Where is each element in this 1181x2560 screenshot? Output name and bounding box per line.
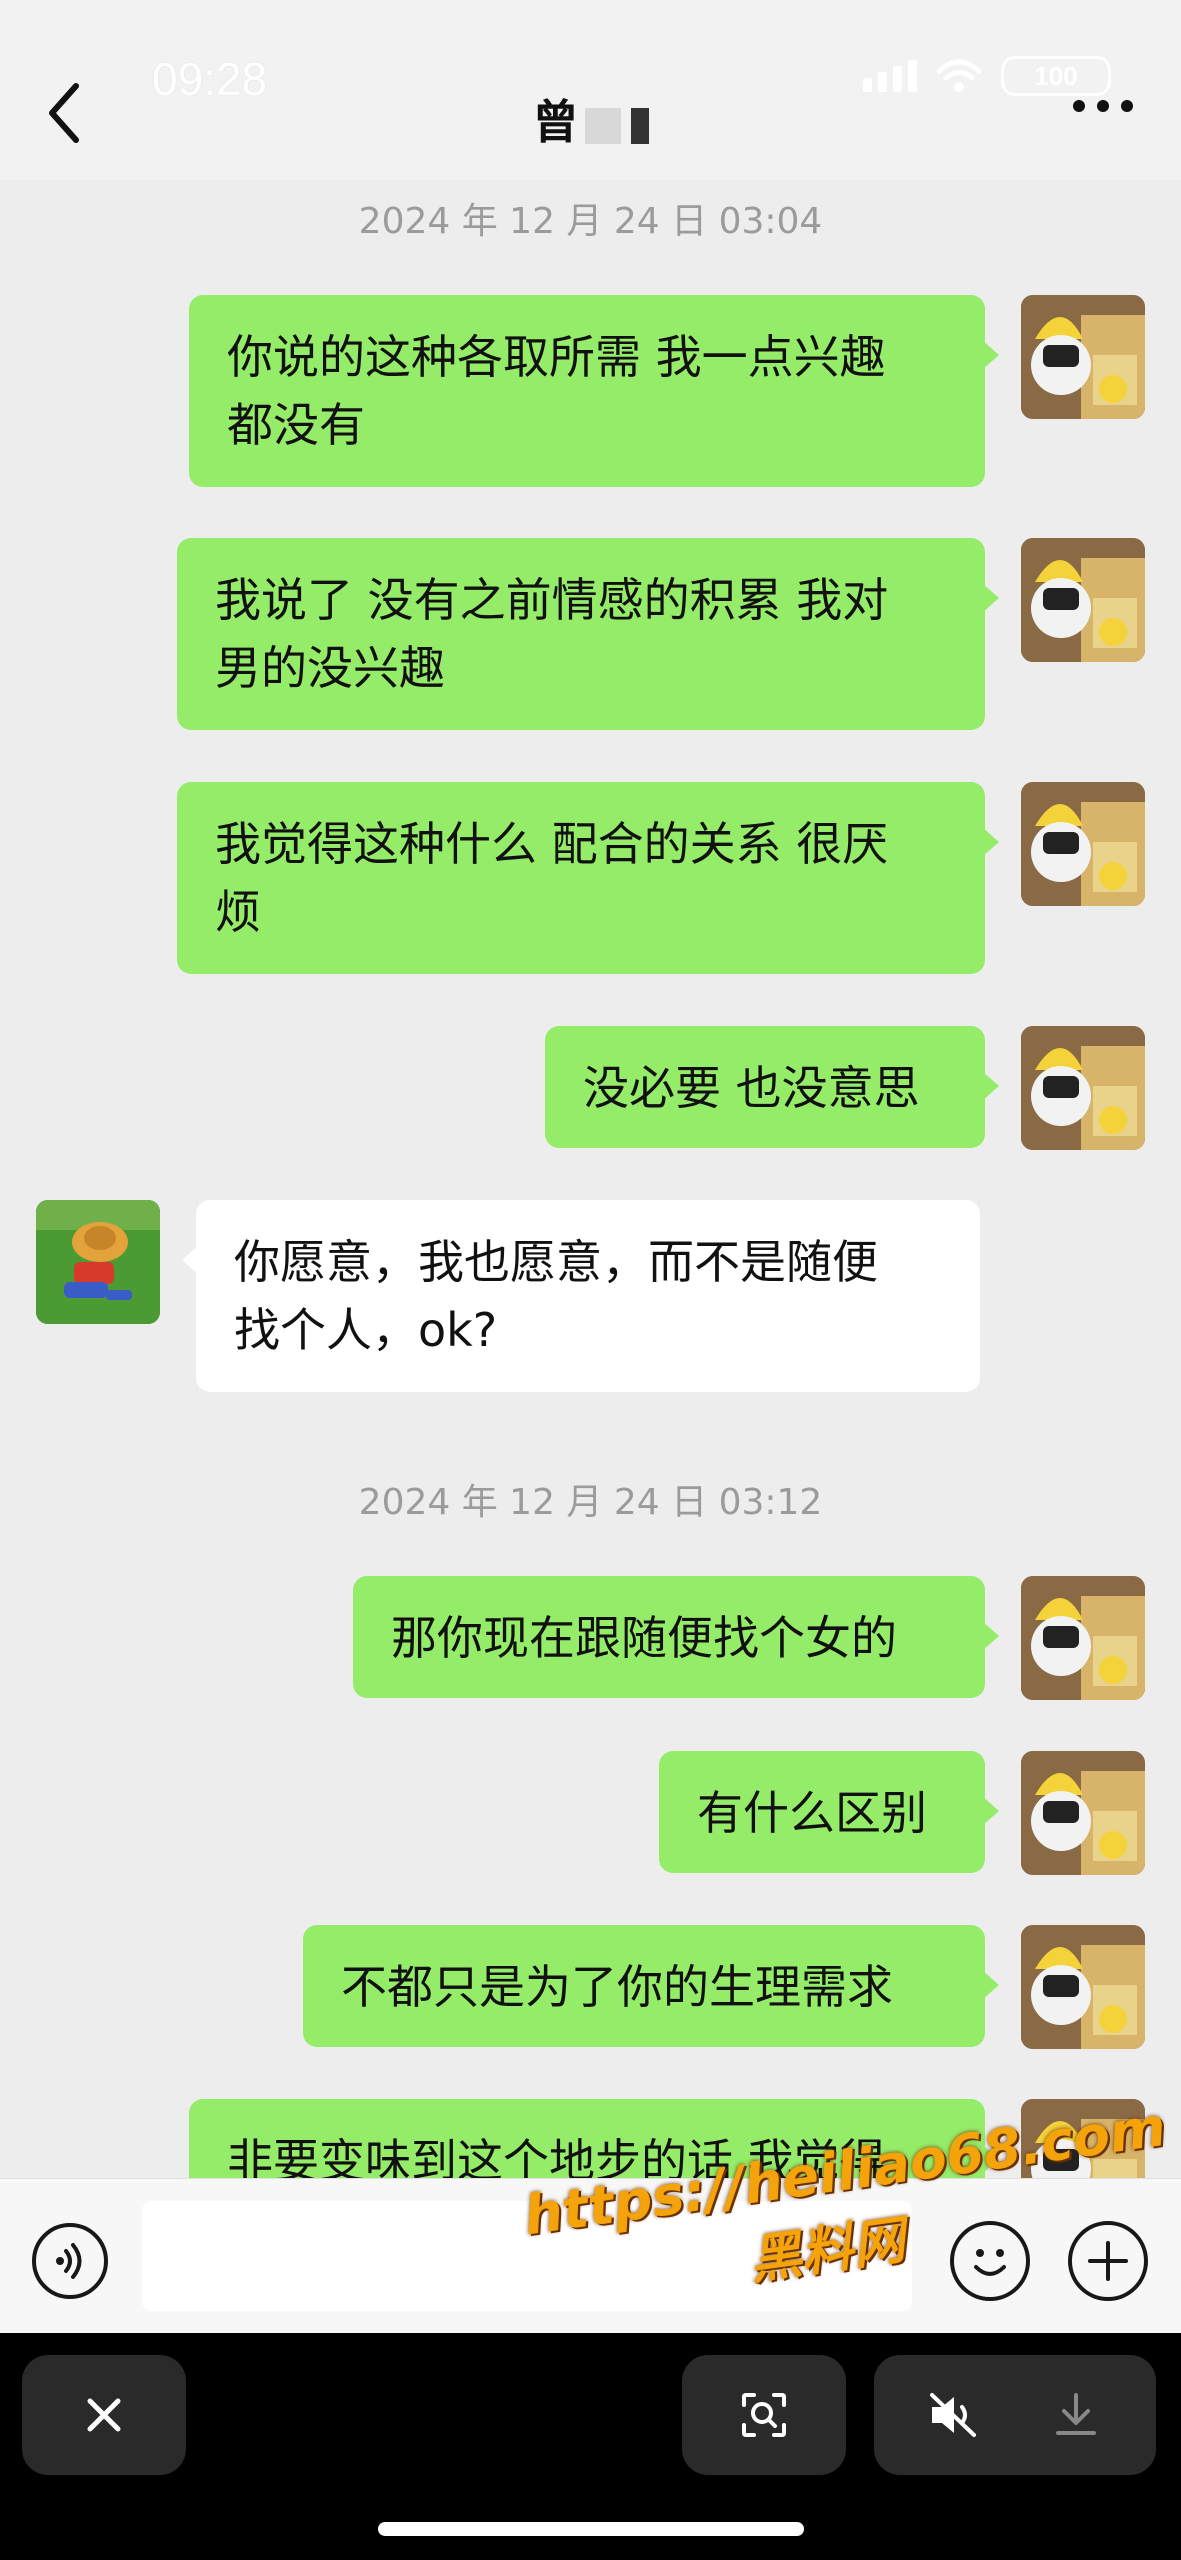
message-line: 不都只是为了你的生理需求 [341, 1960, 893, 2014]
straw-hat-avatar-image [36, 1200, 160, 1324]
scan-button[interactable] [682, 2355, 846, 2475]
chat-header: 09:28 100 曾 [0, 0, 1181, 180]
avatar[interactable] [1021, 538, 1145, 662]
contact-name: 曾 [532, 95, 579, 149]
cat-avatar-image [1021, 538, 1145, 662]
cat-avatar-image [1021, 1925, 1145, 2049]
avatar[interactable] [1021, 295, 1145, 419]
chat-title: 曾 [0, 86, 1181, 152]
close-button[interactable] [22, 2355, 186, 2475]
message-line: 没必要 也没意思 [583, 1061, 920, 1115]
avatar[interactable] [36, 1200, 160, 1324]
message-bubble-sent[interactable]: 我觉得这种什么 配合的关系 很厌 烦 [177, 782, 999, 974]
cat-avatar-image [1021, 782, 1145, 906]
home-indicator[interactable] [378, 2522, 804, 2536]
chat-timestamp: 2024 年 12 月 24 日 03:12 [358, 1482, 823, 1523]
message-bubble-received[interactable]: 你愿意，我也愿意，而不是随便 找个人，ok? [182, 1200, 980, 1392]
chat-timestamp: 2024 年 12 月 24 日 03:04 [358, 201, 823, 242]
message-line: 那你现在跟随便找个女的 [391, 1611, 897, 1665]
scan-text-icon [742, 2393, 786, 2437]
cat-avatar-image [1021, 1751, 1145, 1875]
download-icon[interactable] [1050, 2389, 1102, 2441]
cat-avatar-image [1021, 1026, 1145, 1150]
message-line: 我觉得这种什么 配合的关系 很厌 [215, 817, 889, 871]
name-blur-dark [630, 107, 649, 144]
voice-input-icon[interactable] [32, 2223, 108, 2299]
avatar[interactable] [1021, 1751, 1145, 1875]
message-line: 男的没兴趣 [215, 641, 445, 695]
cat-avatar-image [1021, 295, 1145, 419]
message-line: 有什么区别 [697, 1786, 927, 1840]
message-line: 我说了 没有之前情感的积累 我对 [215, 573, 889, 627]
avatar[interactable] [1021, 1925, 1145, 2049]
message-line: 你愿意，我也愿意，而不是随便 [234, 1235, 878, 1289]
message-bubble-sent[interactable]: 那你现在跟随便找个女的 [353, 1576, 999, 1698]
message-bubble-sent[interactable]: 你说的这种各取所需 我一点兴趣 都没有 [189, 295, 999, 487]
message-bubble-sent[interactable]: 没必要 也没意思 [545, 1026, 999, 1148]
avatar[interactable] [1021, 1576, 1145, 1700]
cat-avatar-image [1021, 1576, 1145, 1700]
name-blur [584, 107, 621, 144]
message-line: 你说的这种各取所需 我一点兴趣 [227, 330, 886, 384]
message-bubble-sent[interactable]: 不都只是为了你的生理需求 [303, 1925, 999, 2047]
close-icon [87, 2398, 121, 2432]
message-bubble-sent[interactable]: 有什么区别 [659, 1751, 999, 1873]
media-actions [874, 2355, 1156, 2475]
more-dots-icon[interactable] [1073, 100, 1133, 112]
message-line: 找个人，ok? [234, 1303, 498, 1357]
message-bubble-sent[interactable]: 我说了 没有之前情感的积累 我对 男的没兴趣 [177, 538, 999, 730]
avatar[interactable] [1021, 782, 1145, 906]
mute-icon[interactable] [926, 2389, 982, 2441]
avatar[interactable] [1021, 1026, 1145, 1150]
message-line: 都没有 [227, 398, 365, 452]
message-line: 烦 [215, 885, 261, 939]
